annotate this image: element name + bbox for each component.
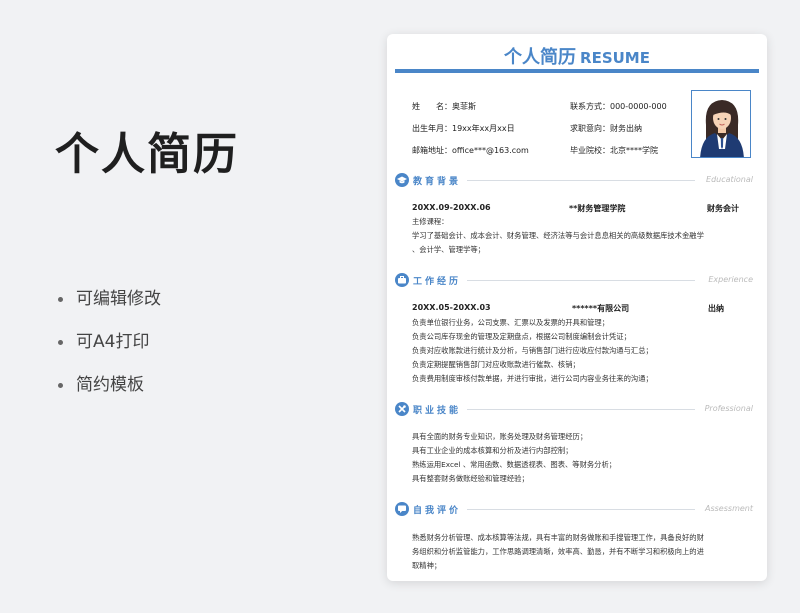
info-birth: 出生年月：19xx年xx月xx日: [412, 124, 515, 133]
education-entry: 20XX.09-20XX.06 **财务管理学院 财务会计: [412, 203, 739, 213]
work-details: 负责单位银行业务，公司支票、汇票以及发票的开具和管理； 负责公司库存现金的管理及…: [412, 318, 653, 383]
feature-list: 可编辑修改 可A4打印 简约模板: [58, 285, 161, 414]
tools-icon: [395, 402, 409, 416]
feature-item: 可编辑修改: [58, 285, 161, 328]
briefcase-icon: [395, 273, 409, 287]
feature-item: 简约模板: [58, 371, 161, 414]
avatar: [691, 90, 751, 158]
info-contact: 联系方式：000-0000-000: [570, 102, 667, 111]
section-education-header: 教育背景 Educational: [395, 173, 753, 187]
info-intent: 求职意向：财务出纳: [570, 124, 642, 133]
resume-title: 个人简历 RESUME: [504, 47, 650, 68]
education-details: 主修课程： 学习了基础会计、成本会计、财务管理、经济法等与会计息息相关的高级数据…: [412, 217, 704, 254]
title-underline: [395, 69, 759, 73]
skills-details: 具有全面的财务专业知识，账务处理及财务管理经历； 具有工业企业的成本核算和分析及…: [412, 432, 617, 483]
bullet-icon: [58, 340, 63, 345]
divider: [467, 509, 695, 510]
bullet-icon: [58, 297, 63, 302]
info-school: 毕业院校：北京****学院: [570, 146, 658, 155]
work-entry: 20XX.05-20XX.03 ******有限公司 出纳: [412, 303, 724, 313]
section-work-header: 工作经历 Experience: [395, 273, 753, 287]
bullet-icon: [58, 383, 63, 388]
section-skills-header: 职业技能 Professional: [395, 402, 753, 416]
info-name: 姓 名：奥菲斯: [412, 102, 476, 111]
avatar-portrait: [700, 100, 744, 157]
divider: [467, 409, 695, 410]
chat-icon: [395, 502, 409, 516]
page-title: 个人简历: [55, 129, 239, 180]
graduation-cap-icon: [395, 173, 409, 187]
self-details: 熟悉财务分析管理、成本核算等法规，具有丰富的财务做账和手搜管理工作，具备良好的财…: [412, 533, 704, 570]
feature-item: 可A4打印: [58, 328, 161, 371]
resume-card: 个人简历 RESUME 姓 名：奥菲斯 联系方式：000-0000-000 出生年…: [387, 34, 767, 581]
divider: [467, 180, 695, 181]
section-self-header: 自我评价 Assessment: [395, 502, 753, 516]
divider: [467, 280, 695, 281]
info-email: 邮箱地址：office***@163.com: [412, 146, 529, 155]
